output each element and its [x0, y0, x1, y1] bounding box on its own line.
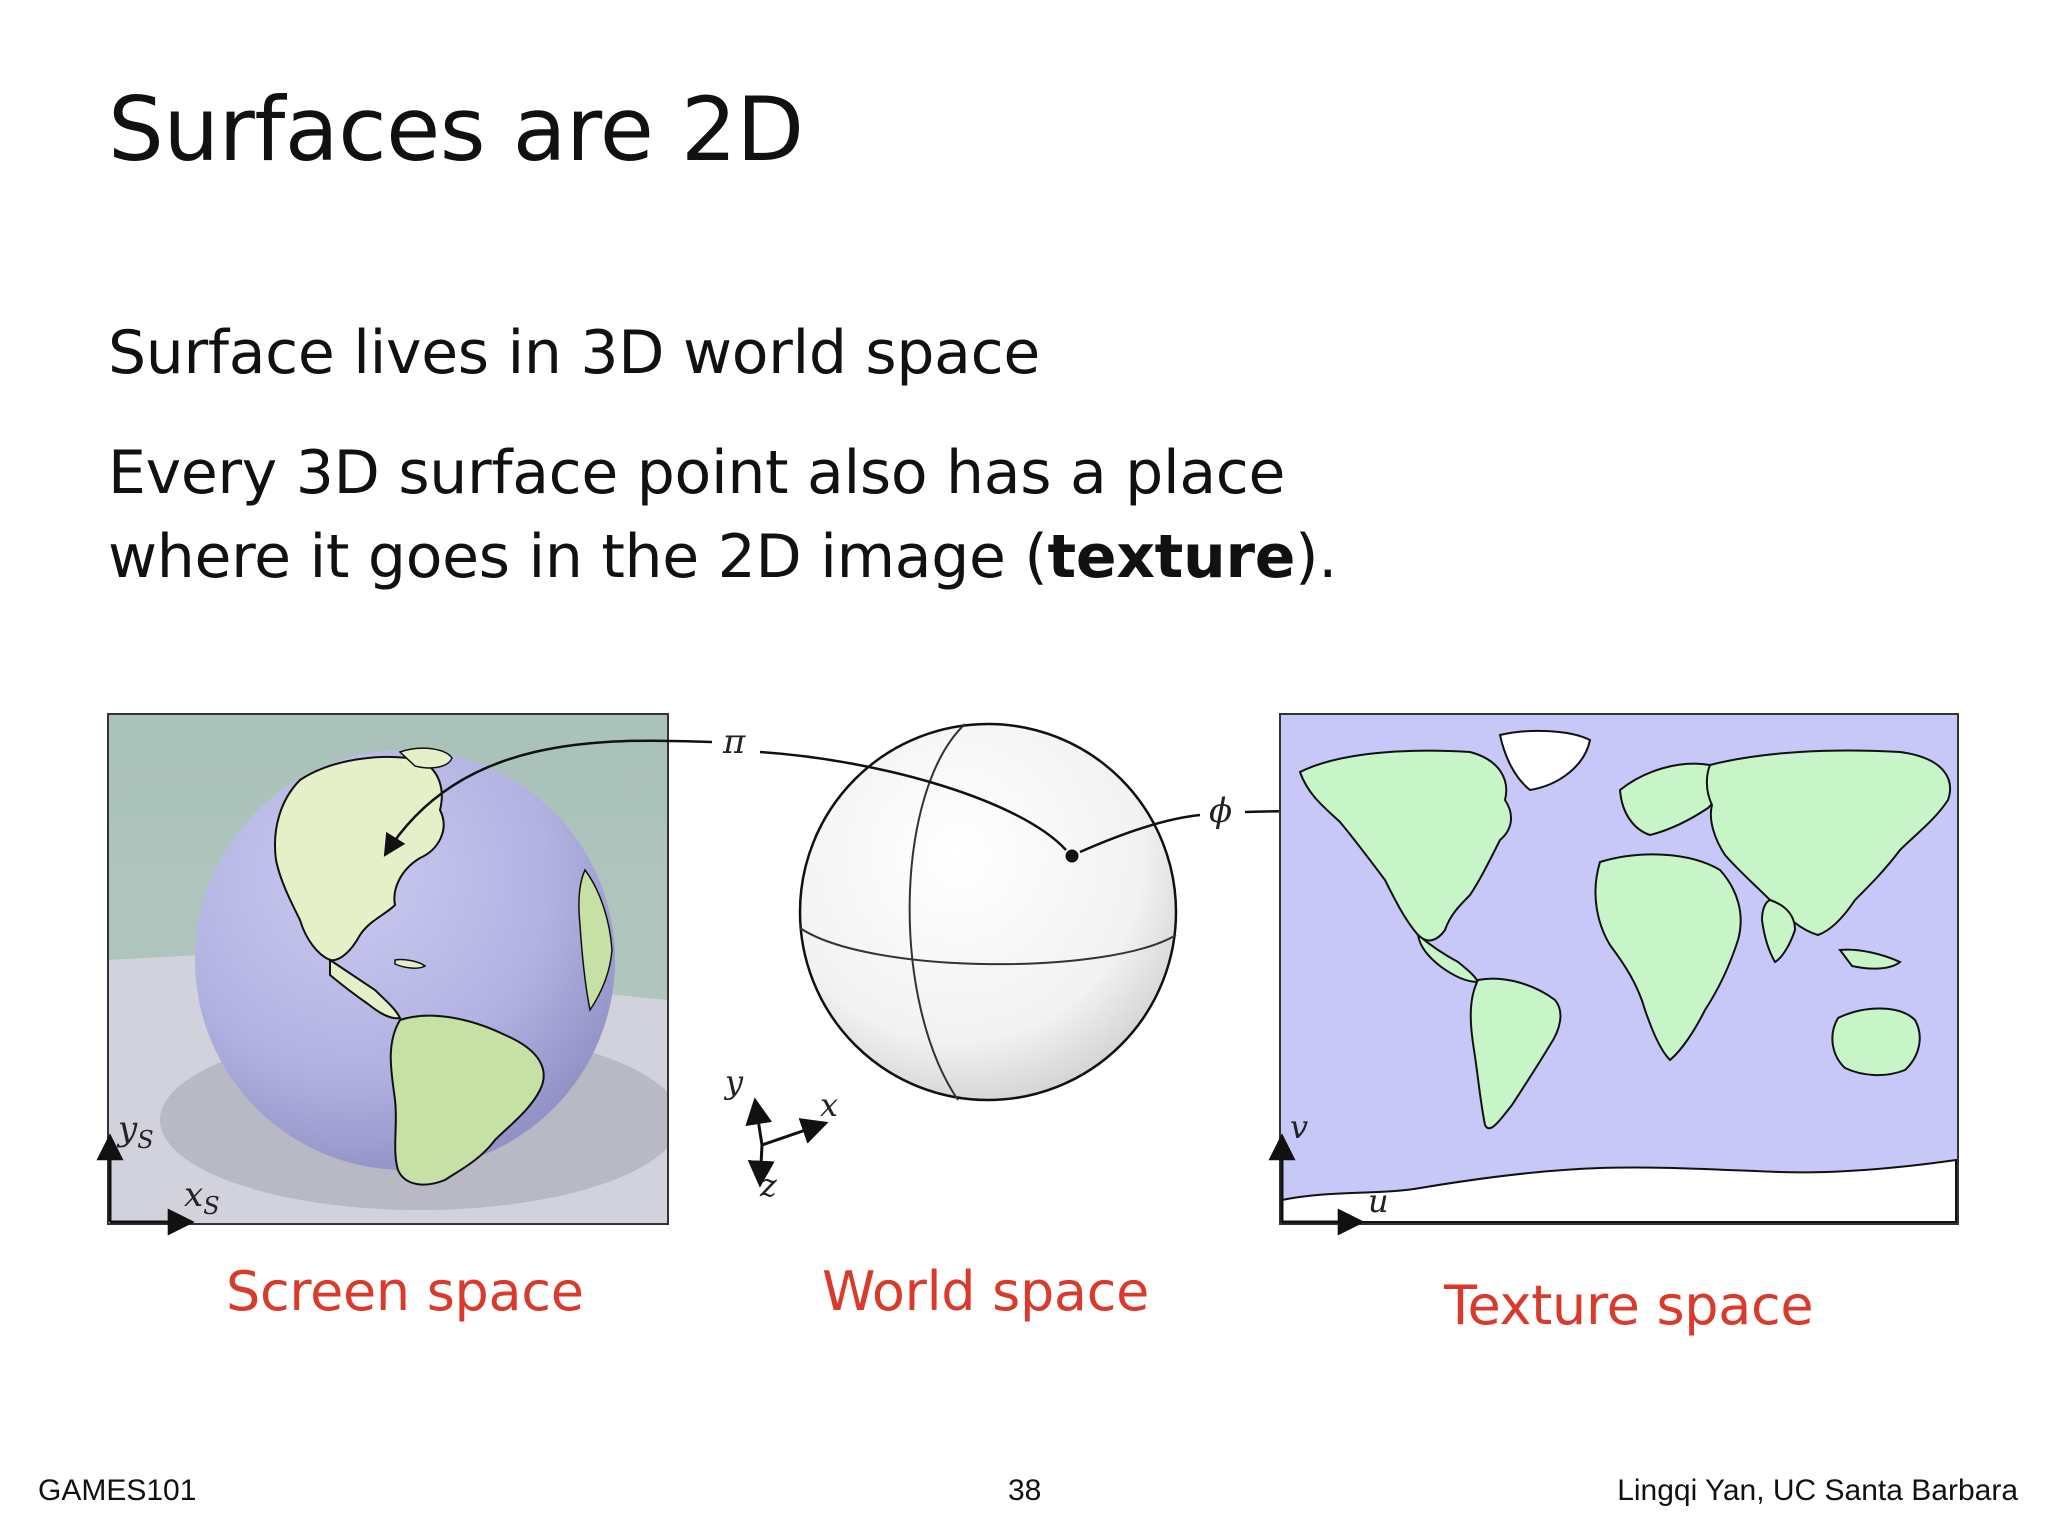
v-axis-label: v: [1290, 1108, 1308, 1146]
screen-space-panel: [108, 714, 668, 1224]
caption-texture-space: Texture space: [1444, 1274, 1814, 1337]
world-space-sphere: [798, 722, 1178, 1102]
sphere-outline: [798, 722, 1178, 1102]
u-axis-label: u: [1368, 1182, 1389, 1220]
footer-author: Lingqi Yan, UC Santa Barbara: [1617, 1474, 2018, 1507]
caption-world-space: World space: [822, 1260, 1150, 1323]
texture-space-panel: [1279, 713, 1959, 1225]
surface-point: [1065, 849, 1079, 863]
caption-screen-space: Screen space: [226, 1260, 584, 1323]
map-australia: [1831, 1007, 1921, 1076]
phi-label: ϕ: [1209, 791, 1232, 831]
world-z-label: z: [759, 1166, 778, 1204]
footer-page-number: 38: [1008, 1474, 1042, 1507]
footer-course: GAMES101: [38, 1474, 197, 1507]
pi-label: π: [722, 722, 746, 762]
world-y-label: y: [723, 1063, 744, 1101]
world-x-label: x: [820, 1086, 838, 1124]
